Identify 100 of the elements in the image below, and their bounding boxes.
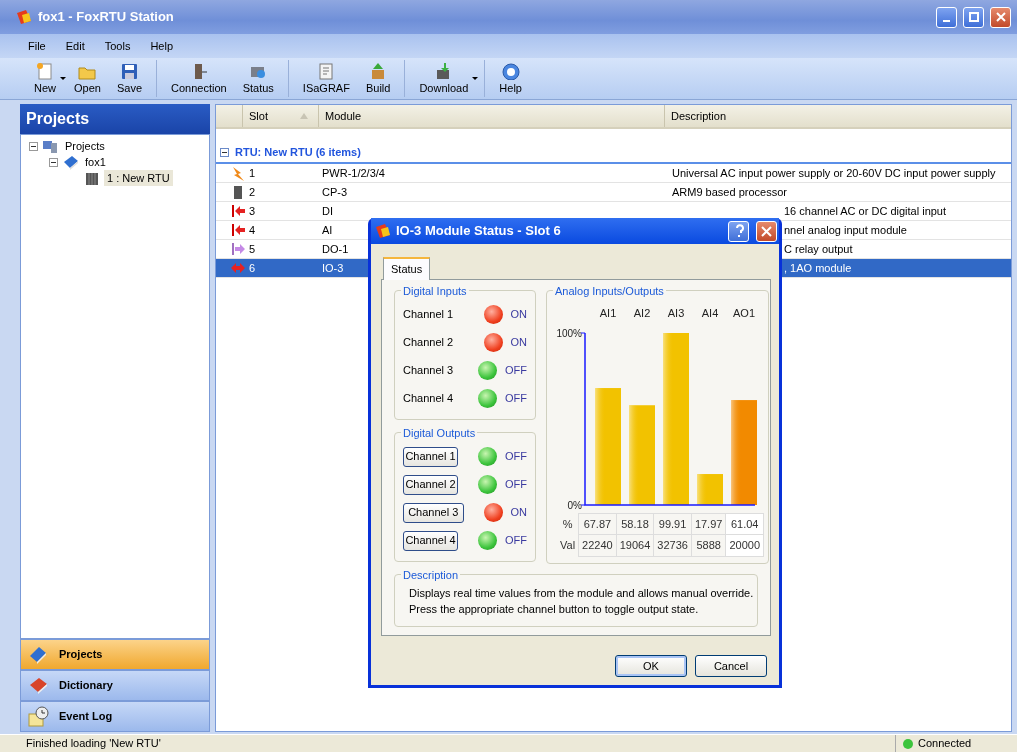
collapse-toggle[interactable] [29,141,38,151]
help-icon [500,62,521,81]
row-label: Val [557,534,579,556]
table-cell-text: 6 [249,260,256,276]
channel-label: Channel 3 [403,363,455,379]
minimize-button[interactable] [936,6,957,28]
app-logo-icon [16,9,32,25]
close-icon [995,12,1006,22]
minimize-icon [943,20,950,22]
question-icon [733,224,744,238]
book-icon [62,154,78,170]
caret-icon[interactable] [472,77,479,80]
nav-tab[interactable]: Dictionary [20,670,210,701]
channel-label: Channel 1 [403,307,455,323]
state-text: ON [510,335,527,351]
toolbar-button[interactable]: Help [491,60,530,97]
toolbar-button[interactable]: Connection [163,60,235,97]
table-cell: 16 channel AC or DC digital input [784,204,947,217]
menu-item[interactable]: Help [142,35,181,57]
tab[interactable]: Status [383,257,431,280]
group-header: RTU: New RTU (6 items) [235,144,361,160]
channel-button[interactable]: Channel 4 [403,530,458,551]
clock-notepad-icon [27,705,49,728]
toolbar-button[interactable]: New [26,60,64,97]
axis-label: AI1 [599,306,617,319]
nav-tab[interactable]: Event Log [20,701,210,732]
table-cell-text: 1 [249,165,256,181]
state-text: OFF [505,533,527,549]
table-cell: AI [322,223,333,236]
maximize-button[interactable] [963,6,984,28]
tick-label: 0% [567,499,582,511]
axis-label: AI3 [667,306,685,319]
table-cell-text: 2 [249,184,256,200]
table-cell: DI [322,204,333,217]
channel-button[interactable]: Channel 3 [403,502,464,523]
table-cell-text: 5 [249,241,256,257]
table-cell: 58.18 [616,513,654,535]
table-row[interactable]: 1 PWR-1/2/3/4 Universal AC input power supply or 20-60V DC input power supply [216,164,1011,183]
table-cell: nnel analog input module [784,223,907,236]
table-cell: 17.97 [691,513,726,535]
caret-icon[interactable] [60,77,66,80]
table-cell: 22240 [578,534,617,556]
table-cell: ARM9 based processor [672,185,787,198]
collapse-toggle[interactable] [49,157,58,167]
channel-button[interactable]: Channel 1 [403,446,458,467]
toolbar-button[interactable]: Status [234,60,282,97]
window-title: fox1 - FoxRTU Station [38,8,175,27]
table-cell: 99.91 [653,513,692,535]
column-header[interactable]: Module [318,105,664,127]
dialog-title: IO-3 Module Status - Slot 6 [396,222,562,241]
dialog-button[interactable]: OK [615,655,687,677]
panel-header: Projects [20,104,210,134]
state-text: OFF [505,363,527,379]
state-text: ON [510,505,527,521]
channel-label: Channel 4 [403,391,455,407]
left-arrow-icon [230,203,246,219]
table-cell: C relay output [784,242,853,255]
status-message: Finished loading 'New RTU' [26,736,162,752]
table-cell: 32736 [653,534,692,556]
close-button[interactable] [990,6,1011,28]
description-text: Displays real time values from the module and allows manual override. [409,586,754,599]
tree-item[interactable]: fox1 [82,153,109,171]
column-header[interactable]: Slot [242,105,318,127]
toolbar-button[interactable]: Build [357,60,399,97]
menu-item[interactable]: Edit [57,35,93,57]
table-cell-text: 4 [249,222,256,238]
double-arrow-icon [230,260,246,276]
menu-item[interactable]: File [20,35,54,57]
table-cell: PWR-1/2/3/4 [322,166,385,179]
toolbar-button[interactable]: Download [411,60,477,97]
nav-tab[interactable]: Projects [20,639,210,670]
table-cell: Universal AC input power supply or 20-60V DC input power supply [672,166,996,179]
channel-button[interactable]: Channel 2 [403,474,458,495]
axis-label: AI4 [701,306,719,319]
table-cell[interactable]: 61.04 [725,513,764,535]
tick-label: 100% [556,327,582,339]
collapse-toggle[interactable] [220,147,229,157]
table-row[interactable]: 2 CP-3 ARM9 based processor [216,183,1011,202]
toolbar-button[interactable]: Save [108,60,150,97]
toolbar-button[interactable]: Open [66,60,109,97]
toolbar-button[interactable]: ISaGRAF [294,60,358,97]
dialog-button[interactable]: Cancel [695,655,767,677]
state-text: ON [510,307,527,323]
axis-label: AI2 [633,306,651,319]
maximize-icon [968,12,979,22]
table-cell: DO-1 [322,242,349,255]
channel-label: Channel 2 [403,335,455,351]
tree-item[interactable]: Projects [62,137,108,155]
right-arrow-icon [230,241,246,257]
menu-item[interactable]: Tools [96,35,139,57]
left-arrow-icon [230,222,246,238]
connection-status: Connected [918,736,972,752]
table-cell: 67.87 [578,513,617,535]
tree-item[interactable]: 1 : New RTU [104,169,173,187]
rack-icon [84,170,100,186]
help-button[interactable] [728,220,749,242]
close-button[interactable] [756,220,777,242]
column-header[interactable]: Description [664,105,1011,127]
bolt-icon [230,165,246,181]
description-text: Press the appropriate channel button to toggle output state. [409,603,699,615]
